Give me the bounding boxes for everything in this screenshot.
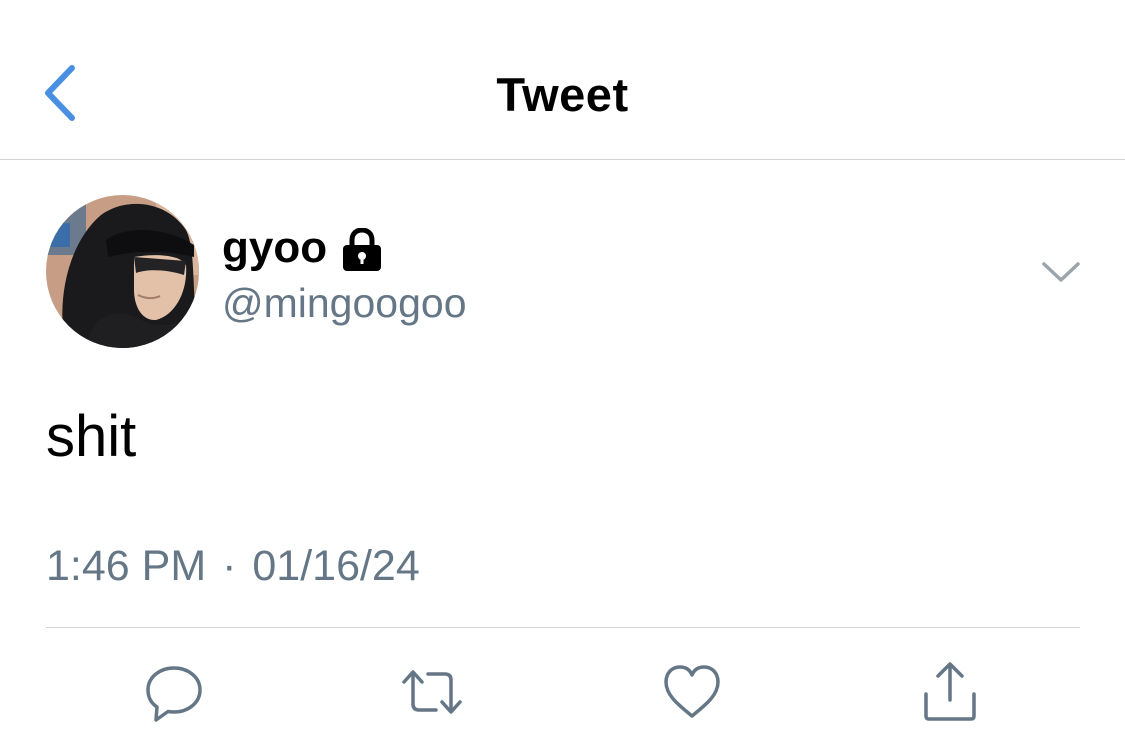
reply-icon — [146, 666, 202, 722]
timestamp-separator: · — [222, 542, 237, 590]
chevron-down-icon — [1042, 262, 1080, 282]
display-name: gyoo — [222, 223, 328, 272]
tweet-text: shit — [46, 404, 137, 469]
like-button[interactable] — [660, 660, 724, 724]
lock-icon — [343, 228, 382, 271]
author-handle[interactable]: @mingoogoo — [222, 278, 467, 328]
heart-icon — [664, 665, 720, 718]
share-icon — [924, 662, 976, 721]
divider — [46, 627, 1080, 628]
retweet-icon — [402, 670, 462, 714]
tweet-timestamp: 1:46 PM · 01/16/24 — [46, 538, 420, 594]
tweet-time: 1:46 PM — [46, 542, 207, 590]
nav-header: Tweet — [0, 0, 1125, 160]
share-button[interactable] — [918, 660, 982, 724]
tweet-date: 01/16/24 — [252, 542, 420, 590]
avatar[interactable] — [46, 195, 199, 348]
more-options-button[interactable] — [1036, 252, 1086, 292]
page-title: Tweet — [496, 68, 629, 121]
reply-button[interactable] — [142, 660, 206, 724]
author-name-row[interactable]: gyoo — [222, 220, 383, 276]
retweet-button[interactable] — [400, 660, 464, 724]
